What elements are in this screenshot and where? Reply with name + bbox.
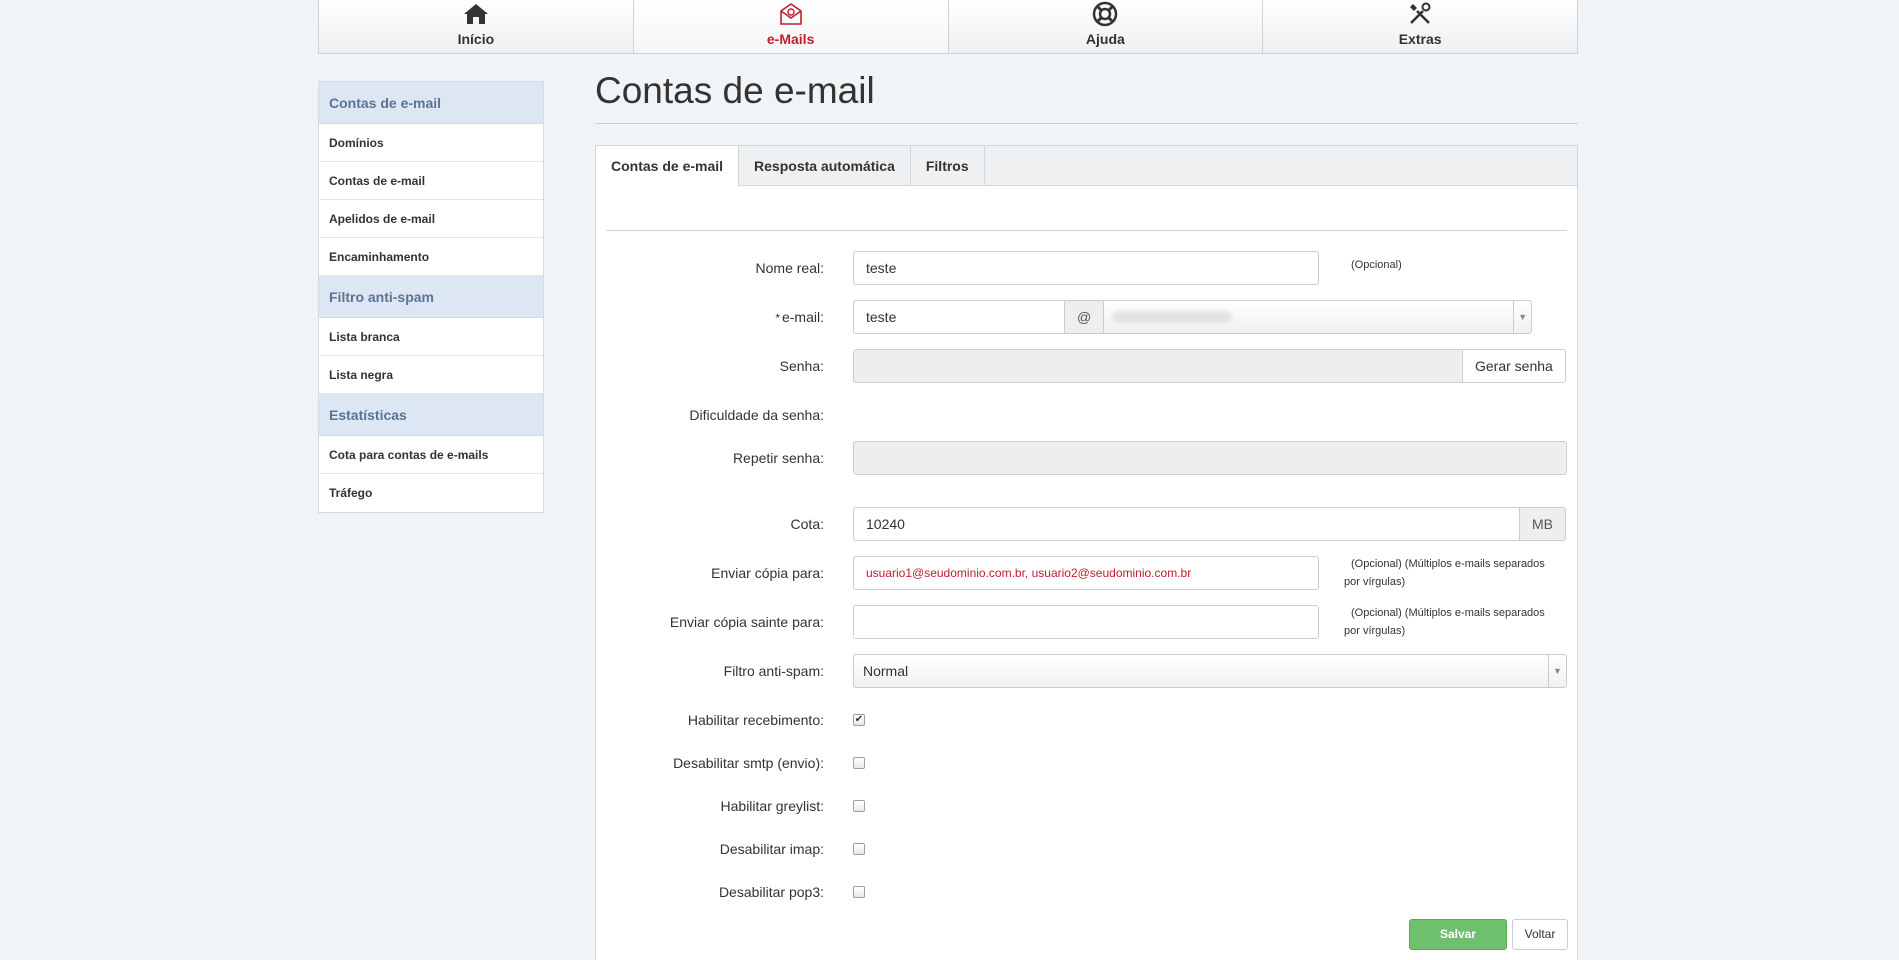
sidebar-item-lista-negra[interactable]: Lista negra [319, 356, 543, 394]
email-user-input[interactable]: teste [853, 300, 1065, 334]
copy-to-label: Enviar cópia para: [711, 565, 824, 581]
real-name-hint: (Opcional) [1351, 259, 1402, 271]
check-label: Habilitar greylist: [720, 798, 824, 814]
row-check-imap: Desabilitar imap: [596, 832, 1579, 866]
top-navigation: Início e-Mails Ajuda Extras [318, 0, 1578, 54]
sidebar-item-cota[interactable]: Cota para contas de e-mails [319, 436, 543, 474]
sidebar-group-title: Filtro anti-spam [319, 276, 543, 318]
sidebar-item-trafego[interactable]: Tráfego [319, 474, 543, 512]
copy-to-hint: (Opcional) (Múltiplos e-mails separados … [1344, 555, 1545, 591]
back-button[interactable]: Voltar [1512, 919, 1568, 950]
sidebar-item-contas[interactable]: Contas de e-mail [319, 162, 543, 200]
form-panel: Contas de e-mail Resposta automática Fil… [595, 145, 1578, 960]
chevron-down-icon: ▼ [1548, 655, 1566, 687]
real-name-label: Nome real: [755, 260, 824, 276]
help-icon [1093, 1, 1118, 27]
nav-label: Início [457, 31, 495, 47]
sidebar-item-encaminhamento[interactable]: Encaminhamento [319, 238, 543, 276]
enable-receive-checkbox[interactable]: ✔ [853, 714, 865, 726]
disable-imap-checkbox[interactable] [853, 843, 865, 855]
row-check-receive: Habilitar recebimento: ✔ [596, 703, 1579, 737]
repeat-password-input[interactable] [853, 441, 1567, 475]
page-title: Contas de e-mail [595, 70, 875, 111]
copy-to-hint-line1: (Opcional) (Múltiplos e-mails separados [1351, 558, 1545, 570]
row-copy-out: Enviar cópia sainte para: (Opcional) (Mú… [596, 605, 1579, 639]
spam-filter-label: Filtro anti-spam: [723, 663, 824, 679]
nav-label: e-Mails [766, 31, 815, 47]
save-button[interactable]: Salvar [1409, 919, 1507, 950]
check-label: Desabilitar pop3: [718, 884, 824, 900]
sidebar-item-dominios[interactable]: Domínios [319, 124, 543, 162]
divider [595, 123, 1578, 124]
disable-pop3-checkbox[interactable] [853, 886, 865, 898]
row-password: Senha: Gerar senha [596, 349, 1579, 383]
check-label: Desabilitar imap: [719, 841, 824, 857]
disable-smtp-checkbox[interactable] [853, 757, 865, 769]
row-check-greylist: Habilitar greylist: [596, 789, 1579, 823]
quota-label: Cota: [790, 516, 824, 532]
divider [606, 230, 1567, 231]
at-addon: @ [1065, 300, 1105, 334]
spam-filter-value: Normal [863, 663, 909, 679]
password-input[interactable] [853, 349, 1463, 383]
copy-out-hint: (Opcional) (Múltiplos e-mails separados … [1344, 604, 1545, 640]
nav-label: Ajuda [1085, 31, 1125, 47]
spam-filter-select[interactable]: Normal ▼ [853, 654, 1567, 688]
password-strength-label: Dificuldade da senha: [689, 407, 824, 423]
password-label: Senha: [779, 358, 824, 374]
nav-inicio[interactable]: Início [319, 0, 634, 53]
tab-filtros[interactable]: Filtros [911, 146, 985, 185]
row-spam: Filtro anti-spam: Normal ▼ [596, 654, 1579, 688]
enable-greylist-checkbox[interactable] [853, 800, 865, 812]
row-real-name: Nome real: teste (Opcional) [596, 251, 1579, 285]
row-strength: Dificuldade da senha: [596, 398, 1579, 432]
sidebar-item-lista-branca[interactable]: Lista branca [319, 318, 543, 356]
sidebar-group-title: Estatísticas [319, 394, 543, 436]
quota-unit: MB [1520, 507, 1566, 541]
real-name-input[interactable]: teste [853, 251, 1319, 285]
tab-bar: Contas de e-mail Resposta automática Fil… [596, 146, 1577, 187]
sidebar-group-title: Contas de e-mail [319, 82, 543, 124]
copy-out-label: Enviar cópia sainte para: [669, 614, 824, 630]
required-mark: * [775, 311, 780, 325]
home-icon [463, 4, 488, 24]
tab-resposta-automatica[interactable]: Resposta automática [739, 146, 911, 185]
email-label: * e-mail: [596, 309, 824, 325]
repeat-password-label: Repetir senha: [732, 450, 824, 466]
row-email: * e-mail: teste @ ▼ [596, 300, 1579, 334]
row-quota: Cota: 10240 MB [596, 507, 1579, 541]
tab-contas[interactable]: Contas de e-mail [596, 146, 740, 187]
nav-ajuda[interactable]: Ajuda [949, 0, 1264, 53]
generate-password-button[interactable]: Gerar senha [1463, 349, 1566, 383]
copy-to-input[interactable]: usuario1@seudominio.com.br, usuario2@seu… [853, 556, 1319, 590]
nav-label: Extras [1398, 31, 1442, 47]
copy-out-hint-line2: por vírgulas) [1344, 625, 1406, 637]
copy-to-hint-line2: por vírgulas) [1344, 576, 1406, 588]
email-icon [779, 3, 802, 25]
row-check-pop3: Desabilitar pop3: [596, 875, 1579, 909]
chevron-down-icon: ▼ [1513, 301, 1531, 333]
quota-input[interactable]: 10240 [853, 507, 1520, 541]
copy-out-hint-line1: (Opcional) (Múltiplos e-mails separados [1351, 607, 1545, 619]
tools-icon [1410, 2, 1431, 24]
sidebar-item-apelidos[interactable]: Apelidos de e-mail [319, 200, 543, 238]
nav-extras[interactable]: Extras [1263, 0, 1577, 53]
sidebar: Contas de e-mail Domínios Contas de e-ma… [318, 81, 544, 513]
check-label: Desabilitar smtp (envio): [673, 755, 824, 771]
domain-select[interactable]: ▼ [1104, 300, 1533, 334]
email-label-text: e-mail: [781, 309, 824, 325]
row-repeat: Repetir senha: [596, 441, 1579, 475]
nav-emails[interactable]: e-Mails [633, 0, 949, 53]
copy-out-input[interactable] [853, 605, 1319, 639]
row-check-smtp: Desabilitar smtp (envio): [596, 746, 1579, 780]
check-label: Habilitar recebimento: [687, 712, 824, 728]
domain-value-blurred [1112, 311, 1233, 323]
row-copy-to: Enviar cópia para: usuario1@seudominio.c… [596, 556, 1579, 590]
